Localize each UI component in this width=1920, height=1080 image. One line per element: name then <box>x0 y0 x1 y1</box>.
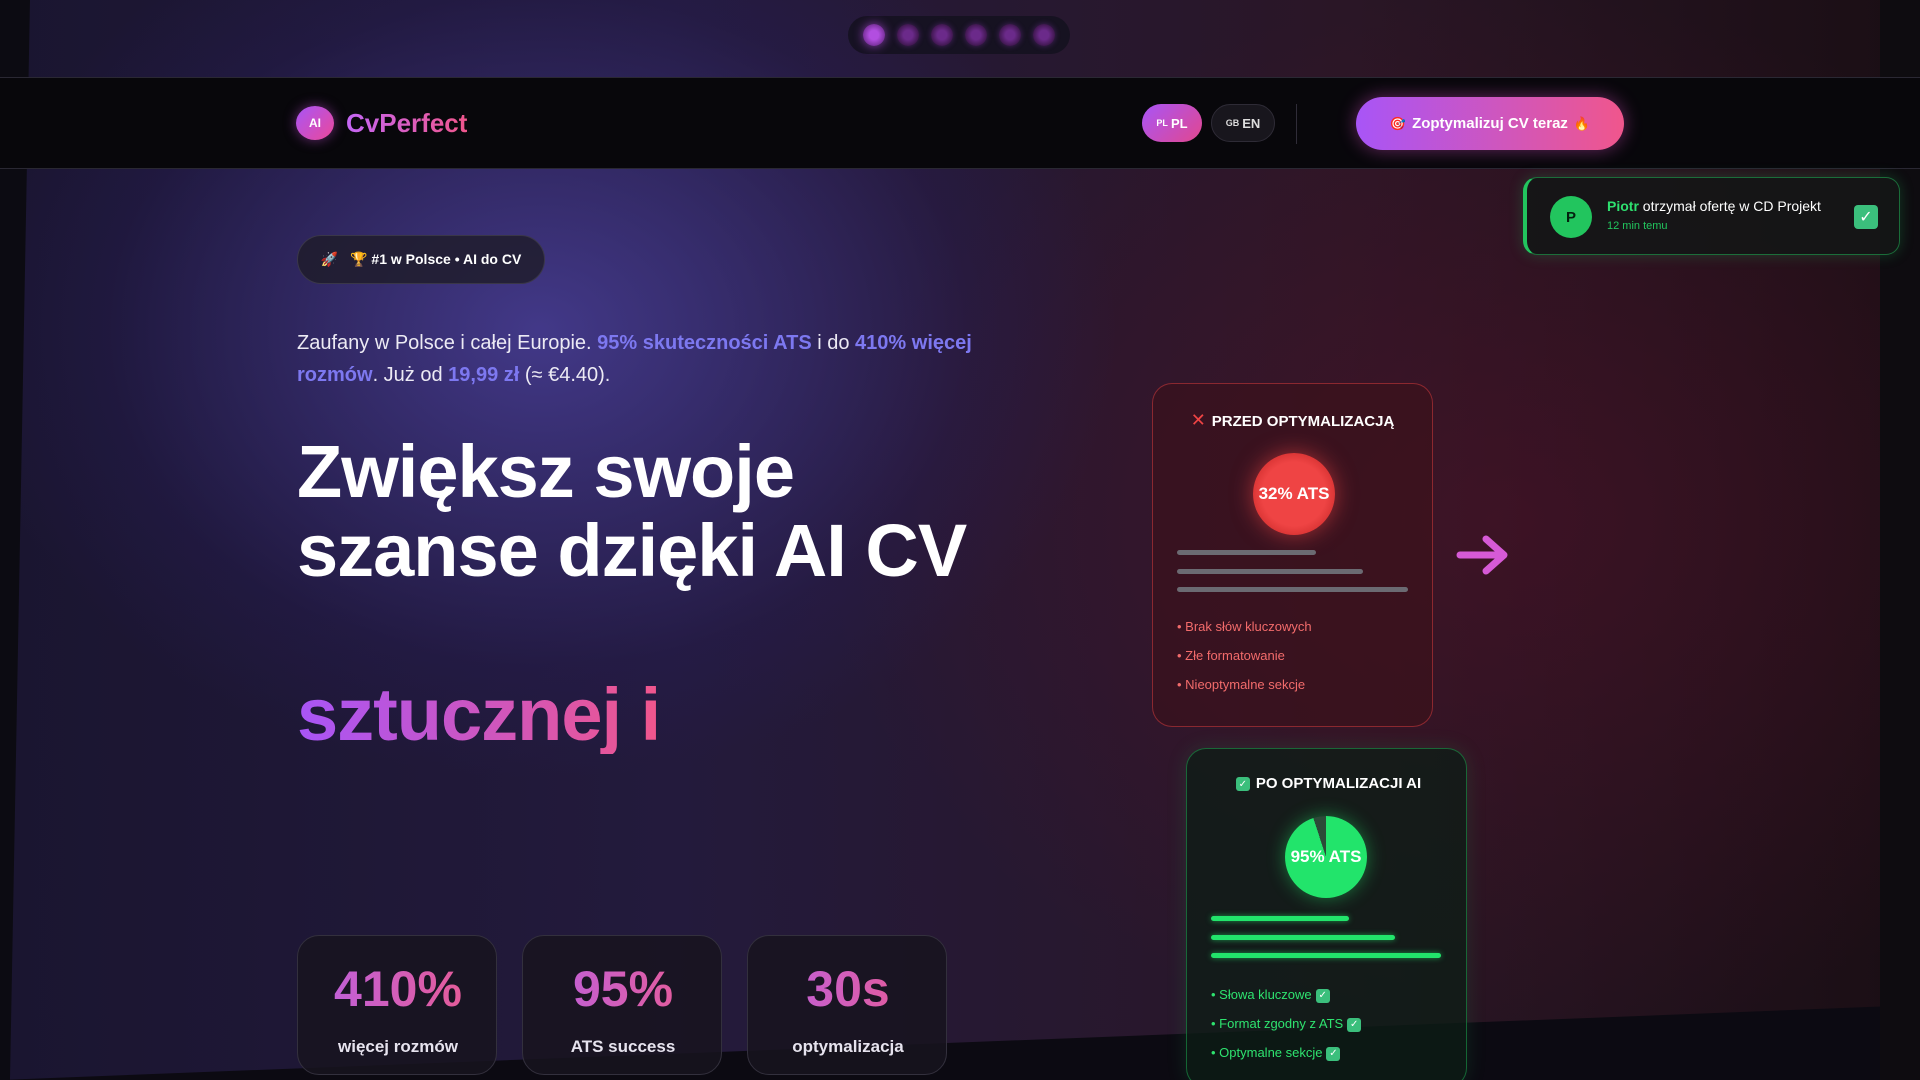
notification-message: Piotr otrzymał ofertę w CD Projekt <box>1607 198 1821 214</box>
arrow-right-icon <box>1456 535 1508 575</box>
improvement-text: • Format zgodny z ATS <box>1211 1016 1344 1031</box>
lead-text: Zaufany w Polsce i całej Europie. <box>297 332 598 354</box>
issue-item: • Złe formatowanie <box>1177 648 1285 663</box>
logo-ai-badge[interactable]: AI <box>296 106 334 140</box>
stat-card-ats: 95% ATS success <box>522 935 722 1075</box>
cv-line-bar <box>1177 587 1408 592</box>
cv-line-bar <box>1177 569 1363 574</box>
hero-headline-gradient: sztucznej i <box>297 673 661 756</box>
stat-card-interviews: 410% więcej rozmów <box>297 935 497 1075</box>
check-icon: ✓ <box>1235 777 1250 792</box>
notification-text: otrzymał ofertę w CD Projekt <box>1642 198 1821 214</box>
logo-text[interactable]: CvPerfect <box>346 108 467 139</box>
lead-highlight-ats: 95% skuteczności ATS <box>597 332 812 354</box>
hero-headline: Zwiększ swoje szanse dzięki AI CV <box>297 430 967 592</box>
stat-label: optymalizacja <box>792 1037 904 1056</box>
stat-value: 30s <box>748 960 948 1018</box>
improvement-text: • Słowa kluczowe <box>1211 987 1312 1002</box>
slide-dot[interactable] <box>965 24 987 46</box>
lead-text: . Już od <box>372 364 449 386</box>
ranking-badge-text: 🏆 #1 w Polsce • AI do CV <box>350 251 522 267</box>
issue-item: • Nieoptymalne sekcje <box>1177 677 1306 692</box>
language-pl-button[interactable]: PL PL <box>1142 104 1202 142</box>
optimize-cv-button[interactable]: 🎯 Zoptymalizuj CV teraz 🔥 <box>1356 97 1624 150</box>
lead-text: i do <box>811 332 856 354</box>
before-optimization-card: ✕ PRZED OPTYMALIZACJĄ 32% ATS • Brak słów… <box>1152 383 1433 727</box>
optimize-cv-label: Zoptymalizuj CV teraz <box>1412 115 1568 132</box>
ranking-badge: 🚀 🏆 #1 w Polsce • AI do CV <box>297 235 545 284</box>
lead-text: (≈ €4.40). <box>519 364 611 386</box>
slide-dot[interactable] <box>863 24 885 46</box>
cv-line-bar <box>1211 953 1441 958</box>
check-icon: ✓ <box>1347 1017 1362 1032</box>
card-title: ✕ PRZED OPTYMALIZACJĄ <box>1153 410 1432 431</box>
site-header: AI CvPerfect PL PL GB EN 🎯 Zoptymalizuj … <box>0 77 1920 169</box>
language-en-label: EN <box>1242 115 1261 131</box>
stat-value: 95% <box>523 960 723 1018</box>
issue-item: • Brak słów kluczowych <box>1177 619 1312 634</box>
slide-dot[interactable] <box>897 24 919 46</box>
avatar: P <box>1550 196 1592 238</box>
target-icon: 🎯 <box>1389 115 1407 131</box>
check-icon: ✓ <box>1326 1046 1341 1061</box>
notification-time: 12 min temu <box>1607 220 1668 232</box>
slide-dot[interactable] <box>931 24 953 46</box>
cv-line-bar <box>1211 935 1395 940</box>
slide-dot[interactable] <box>1033 24 1055 46</box>
stat-card-time: 30s optymalizacja <box>747 935 947 1075</box>
stat-value: 410% <box>298 960 498 1018</box>
slide-dot[interactable] <box>999 24 1021 46</box>
close-icon: ✕ <box>1190 410 1206 430</box>
stat-label: ATS success <box>570 1037 676 1056</box>
language-pl-label: PL <box>1170 115 1188 131</box>
improvement-item: • Optymalne sekcje ✓ <box>1211 1045 1341 1061</box>
cv-line-bar <box>1177 550 1316 555</box>
offer-notification: P Piotr otrzymał ofertę w CD Projekt 12 … <box>1523 177 1900 255</box>
improvement-item: • Format zgodny z ATS ✓ <box>1211 1016 1362 1032</box>
check-icon: ✓ <box>1315 988 1330 1003</box>
header-divider <box>1296 104 1297 144</box>
ats-score-high: 95% ATS <box>1285 816 1367 898</box>
card-title-text: PO OPTYMALIZACJI AI <box>1255 775 1422 792</box>
card-title: ✓ PO OPTYMALIZACJI AI <box>1187 775 1466 792</box>
check-icon: ✓ <box>1854 205 1878 229</box>
card-title-text: PRZED OPTYMALIZACJĄ <box>1211 413 1395 430</box>
lead-highlight-price: 19,99 zł <box>448 364 520 386</box>
ats-score-low: 32% ATS <box>1253 453 1335 535</box>
fire-icon: 🔥 <box>1573 115 1591 131</box>
notification-name: Piotr <box>1607 198 1639 214</box>
flag-pl-icon: PL <box>1156 118 1168 128</box>
rocket-icon: 🚀 <box>320 251 339 267</box>
cv-line-bar <box>1211 916 1349 921</box>
improvement-text: • Optymalne sekcje <box>1211 1045 1323 1060</box>
flag-gb-icon: GB <box>1225 118 1240 128</box>
hero-lead: Zaufany w Polsce i całej Europie. 95% sk… <box>297 327 977 391</box>
slide-indicator <box>848 16 1070 54</box>
improvement-item: • Słowa kluczowe ✓ <box>1211 987 1330 1003</box>
language-en-button[interactable]: GB EN <box>1211 104 1275 142</box>
stat-label: więcej rozmów <box>338 1037 458 1056</box>
after-optimization-card: ✓ PO OPTYMALIZACJI AI 95% ATS • Słowa klu… <box>1186 748 1467 1080</box>
